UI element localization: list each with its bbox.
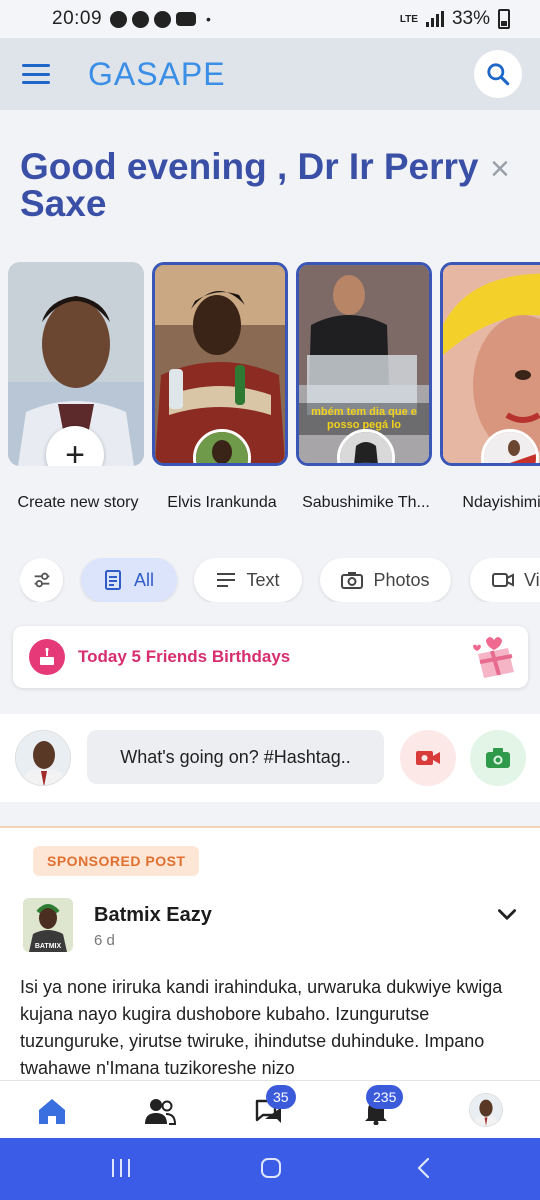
home-icon	[39, 1099, 65, 1124]
birthday-text: Today 5 Friends Birthdays	[78, 647, 291, 666]
filter-chips: All Text Photos Vi	[20, 558, 540, 602]
video-camera-icon	[416, 751, 440, 765]
nav-home[interactable]	[34, 1093, 70, 1129]
stories-row[interactable]: + Create new story Elvis Irankunda mbém …	[8, 262, 540, 522]
birthday-banner[interactable]: Today 5 Friends Birthdays	[13, 626, 528, 688]
story-label: Elvis Irankunda	[167, 494, 277, 511]
whatsapp-icon	[110, 10, 128, 28]
document-icon	[104, 570, 121, 590]
story-item[interactable]: mbém tem dia que e posso pegá lo Sabushi…	[296, 262, 432, 511]
battery-percent: 33%	[451, 8, 490, 29]
back-icon[interactable]	[412, 1156, 436, 1180]
gift-icon	[473, 637, 514, 678]
post-body: Isi ya none iriruka kandi irahinduka, ur…	[20, 977, 503, 1078]
friends-icon	[145, 1099, 176, 1125]
brand-logo[interactable]: GASAPE	[88, 56, 226, 93]
sponsored-badge: SPONSORED POST	[33, 846, 200, 876]
app-bar: GASAPE	[0, 38, 540, 110]
story-label: Ndayishimiye	[462, 494, 540, 511]
post-author-avatar[interactable]: BATMIX	[23, 898, 73, 952]
nav-profile-avatar[interactable]	[469, 1093, 503, 1127]
youtube-icon	[176, 12, 197, 26]
feed-post: SPONSORED POST BATMIX Batmix Eazy 6 d Is…	[0, 826, 540, 1080]
go-live-button[interactable]	[400, 730, 456, 786]
filter-text-label: Text	[246, 569, 280, 590]
story-create[interactable]: + Create new story	[8, 262, 144, 511]
video-icon	[492, 573, 514, 587]
greeting-title: Good evening , Dr Ir Perry Saxe	[20, 146, 479, 224]
messages-badge: 35	[266, 1085, 296, 1109]
avatar-watermark: BATMIX	[35, 943, 62, 950]
nav-messages[interactable]: 35	[250, 1085, 296, 1129]
camera-icon	[341, 572, 364, 589]
story-card[interactable]: +	[8, 262, 144, 466]
filter-settings-button[interactable]	[20, 558, 63, 602]
post-author-name[interactable]: Batmix Eazy	[94, 904, 212, 927]
system-navigation-bar	[0, 1138, 540, 1200]
story-label: Sabushimike Th...	[302, 494, 430, 511]
cake-icon	[29, 639, 65, 675]
notification-icons	[110, 10, 197, 28]
search-button[interactable]	[474, 50, 522, 98]
filter-all[interactable]: All	[81, 558, 177, 602]
story-label: Create new story	[17, 494, 139, 511]
story-card[interactable]	[152, 262, 288, 466]
add-photo-button[interactable]	[470, 730, 526, 786]
camera-icon	[486, 748, 510, 768]
story-item[interactable]: Elvis Irankunda	[152, 262, 288, 511]
story-card[interactable]: mbém tem dia que e posso pegá lo	[296, 262, 432, 466]
search-icon	[487, 63, 510, 86]
more-notifications-dot: •	[206, 11, 211, 27]
text-lines-icon	[217, 573, 236, 587]
filter-photos-label: Photos	[373, 569, 430, 590]
filter-photos[interactable]: Photos	[320, 558, 451, 602]
sliders-icon	[34, 572, 49, 588]
filter-text[interactable]: Text	[194, 558, 302, 602]
status-time: 20:09	[52, 8, 103, 29]
filter-video-label: Vi	[524, 569, 540, 590]
network-type: LTE	[399, 13, 418, 25]
hamburger-menu-icon[interactable]	[22, 64, 50, 84]
filter-video[interactable]: Vi	[470, 558, 540, 602]
post-composer: What's going on? #Hashtag..	[0, 714, 540, 802]
nav-notifications[interactable]: 235	[358, 1085, 404, 1129]
facebook-icon	[132, 10, 150, 28]
home-button-icon[interactable]	[259, 1156, 283, 1180]
user-avatar[interactable]	[15, 730, 71, 786]
story-caption-line1: mbém tem dia que e	[311, 406, 417, 418]
chevron-down-icon[interactable]	[494, 902, 520, 928]
nav-friends[interactable]	[142, 1093, 178, 1129]
story-card[interactable]	[440, 262, 540, 466]
signal-icon	[425, 11, 444, 27]
story-item[interactable]: Ndayishimiye	[440, 262, 540, 511]
status-bar: 20:09 • LTE 33%	[0, 0, 540, 38]
dismiss-greeting-button[interactable]: ×	[490, 150, 510, 189]
bottom-nav: 35 235	[0, 1080, 540, 1138]
facebook-icon	[154, 10, 172, 28]
recent-apps-icon[interactable]	[109, 1156, 133, 1180]
post-timestamp: 6 d	[94, 932, 115, 949]
notifications-badge: 235	[366, 1085, 404, 1109]
filter-all-label: All	[133, 569, 154, 590]
whats-going-on-input[interactable]: What's going on? #Hashtag..	[87, 730, 384, 784]
battery-icon	[498, 9, 510, 29]
